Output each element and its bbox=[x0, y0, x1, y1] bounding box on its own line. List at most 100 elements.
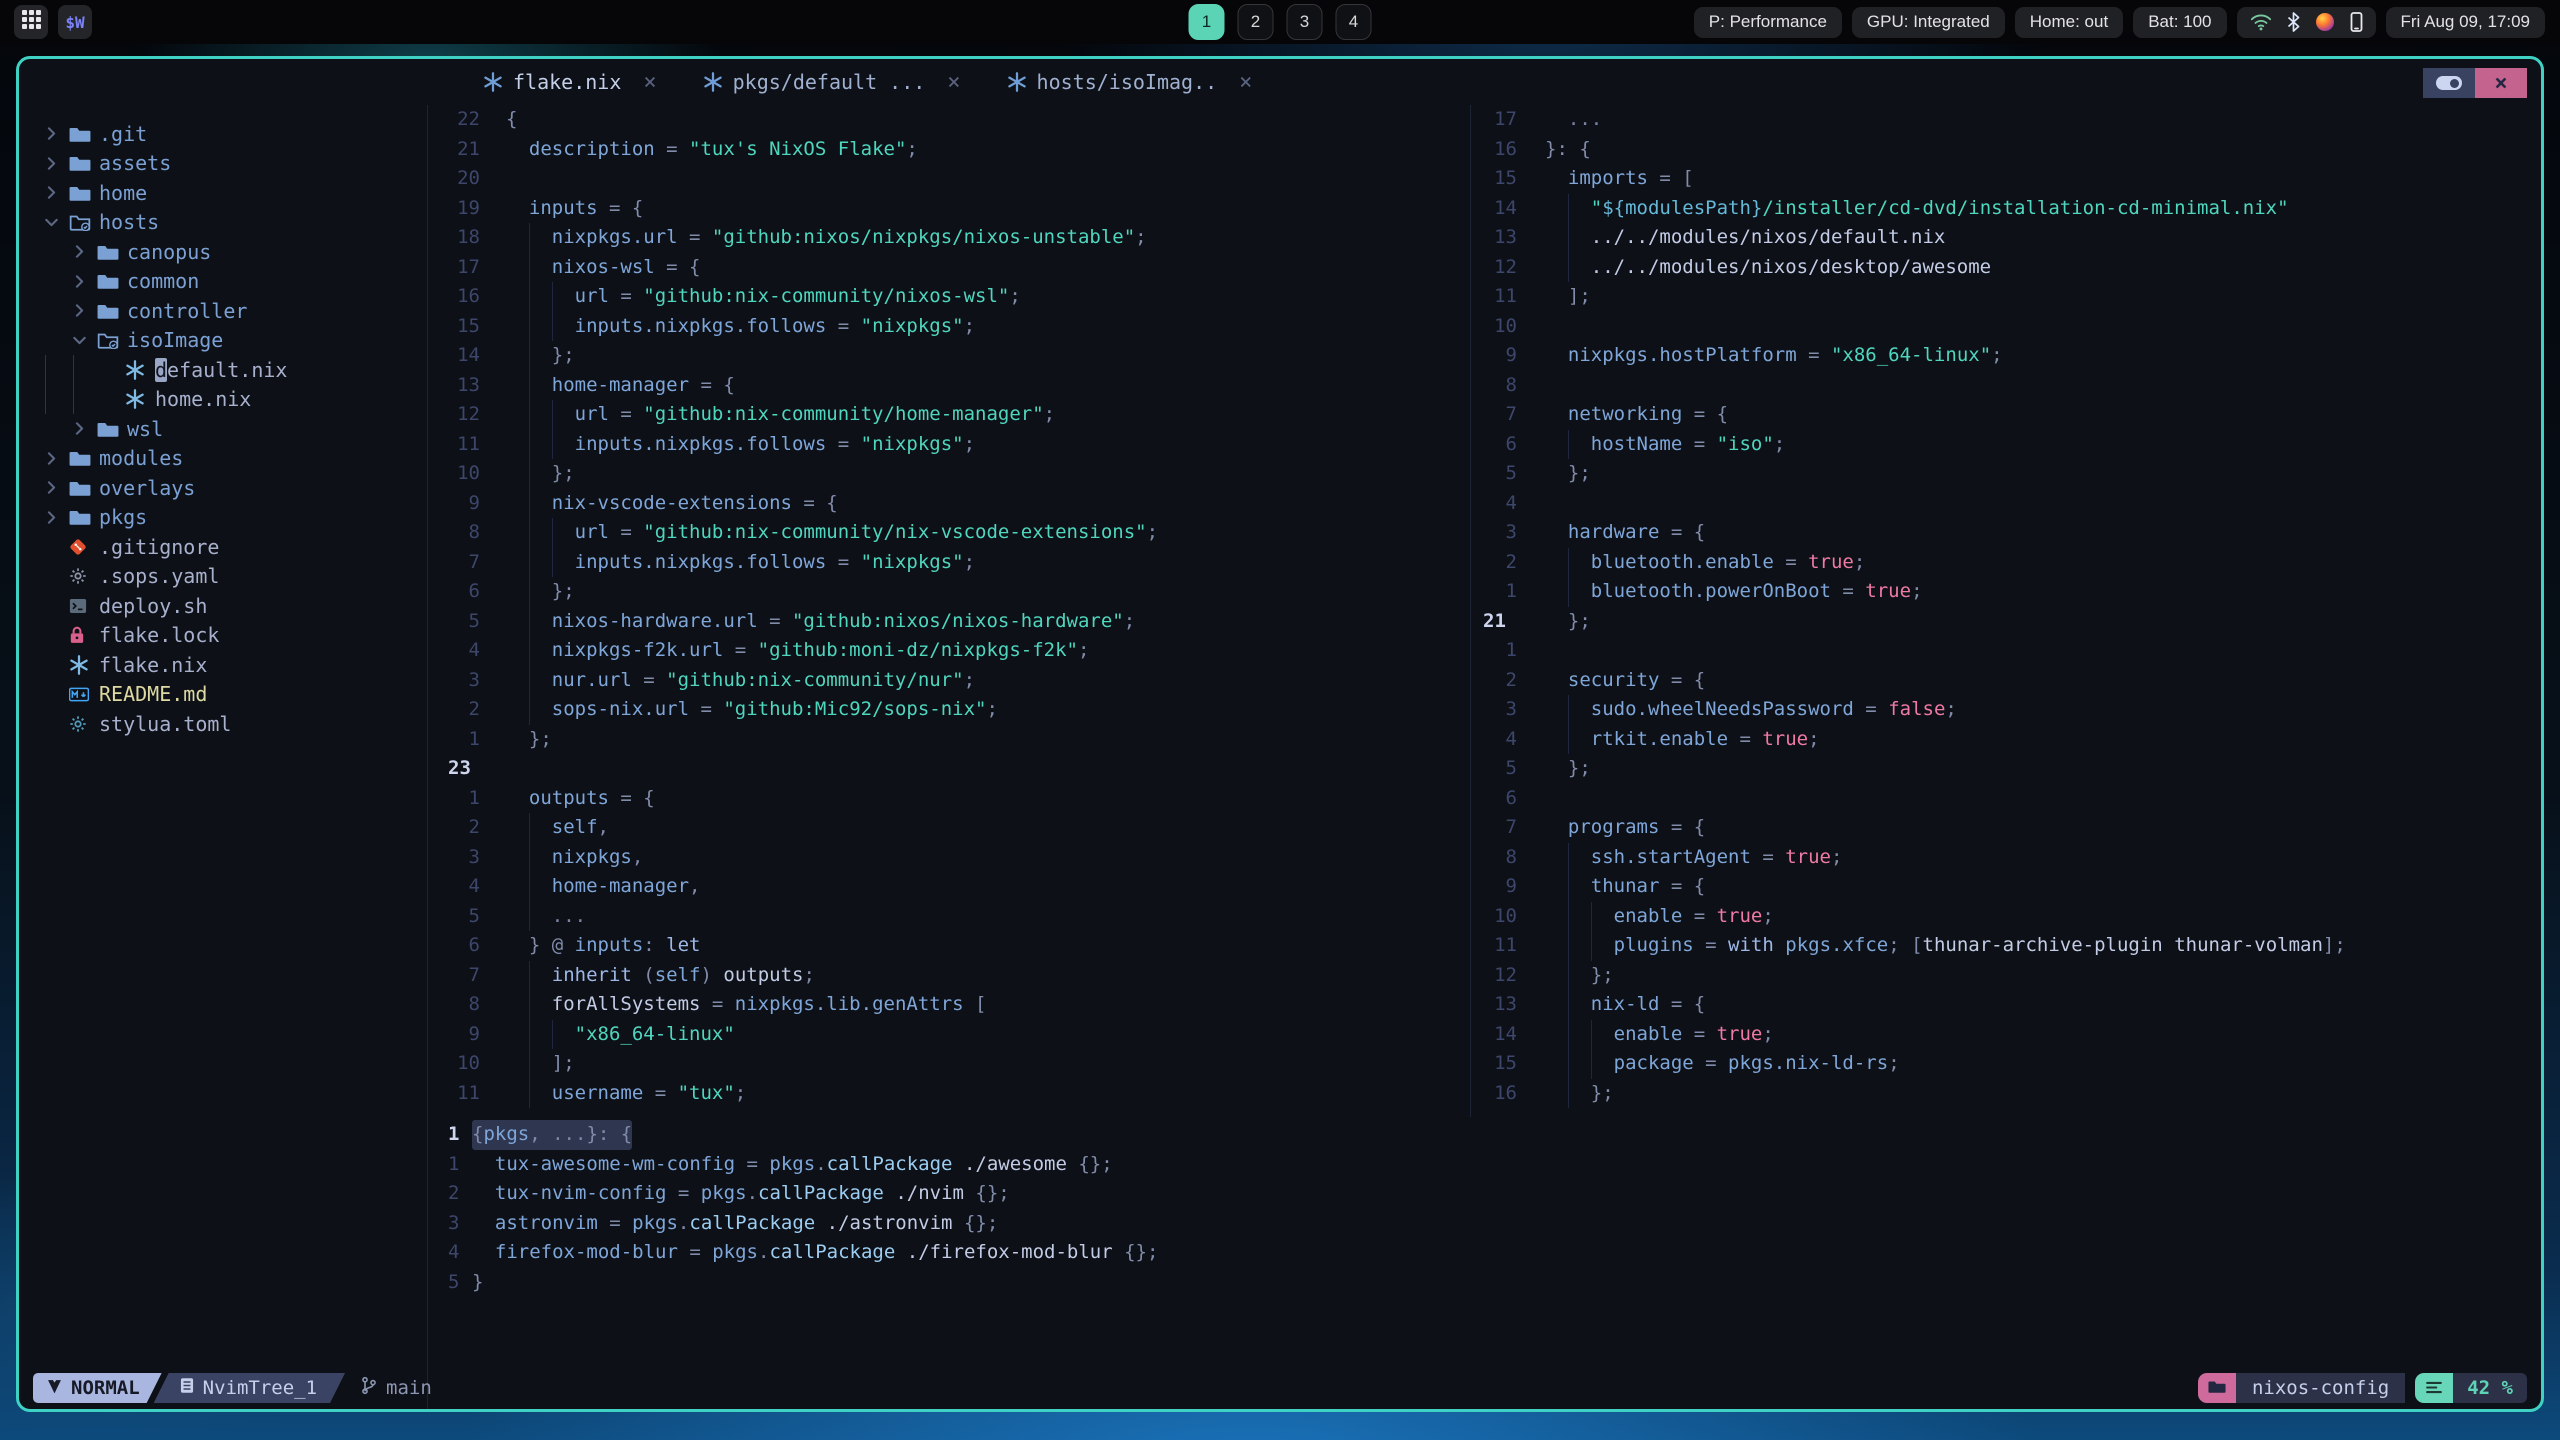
code-line: 1 tux-awesome-wm-config = pkgs. callPackag… bbox=[428, 1150, 2541, 1180]
tree-item-modules[interactable]: modules bbox=[19, 444, 427, 474]
code-text: security = { bbox=[1545, 666, 1705, 696]
code-line: 1 {pkgs, ...}: { bbox=[428, 1120, 2541, 1150]
tree-item-.gitignore[interactable]: .gitignore bbox=[19, 532, 427, 562]
code-line: 11 plugins = with pkgs.xfce; [thunar-arch… bbox=[1471, 931, 2541, 961]
tree-item-home.nix[interactable]: home.nix bbox=[19, 385, 427, 415]
editor-pane-flake-nix[interactable]: 22{21 description = "tux's NixOS Flake"; 2… bbox=[428, 105, 1470, 1108]
line-number: 4 bbox=[468, 875, 480, 897]
tree-item-controller[interactable]: controller bbox=[19, 296, 427, 326]
line-number: 1 bbox=[1505, 580, 1517, 602]
indent-guide bbox=[506, 931, 529, 961]
toggle-button[interactable] bbox=[2423, 68, 2475, 98]
workspace-tag-2[interactable]: 2 bbox=[1237, 4, 1274, 40]
code-text: bluetooth.enable = true; bbox=[1545, 548, 1866, 578]
indent-guide bbox=[1545, 1049, 1568, 1079]
workspace-tag-1[interactable]: 1 bbox=[1188, 4, 1225, 40]
code-text: {pkgs, ...}: { bbox=[472, 1120, 633, 1150]
indent-guide bbox=[1568, 902, 1591, 932]
workspace-tag-4[interactable]: 4 bbox=[1335, 4, 1372, 40]
editor-pane-pkgs-default-nix[interactable]: 1{pkgs, ...}: {1 tux-awesome-wm-config = … bbox=[428, 1120, 2541, 1297]
tree-item-label: .sops.yaml bbox=[99, 564, 220, 589]
code-token: true bbox=[1785, 845, 1831, 868]
code-token: ; bbox=[1991, 344, 2003, 366]
indent-guide bbox=[552, 1020, 575, 1050]
scroll-chip bbox=[2415, 1373, 2454, 1403]
tab-flake-nix[interactable]: flake.nix × bbox=[469, 59, 671, 105]
code-token: = bbox=[700, 993, 735, 1015]
indent-guide bbox=[1545, 1020, 1568, 1050]
code-token: . bbox=[677, 1211, 690, 1234]
tree-item-deploy.sh[interactable]: deploy.sh bbox=[19, 591, 427, 621]
tree-item-common[interactable]: common bbox=[19, 267, 427, 297]
code-token: }; bbox=[1567, 462, 1591, 484]
tree-item-isoImage[interactable]: isoImage bbox=[19, 326, 427, 356]
app-launcher-button[interactable] bbox=[14, 5, 48, 39]
line-number: 9 bbox=[468, 1022, 480, 1045]
close-tab-icon[interactable]: × bbox=[643, 70, 656, 95]
tree-item-assets[interactable]: assets bbox=[19, 149, 427, 179]
tree-item-README.md[interactable]: README.md bbox=[19, 680, 427, 710]
indent-guide bbox=[506, 518, 529, 548]
code-line: 3 sudo.wheelNeedsPassword = false; bbox=[1471, 695, 2541, 725]
indent-guide bbox=[1591, 931, 1614, 961]
editor-pane-iso-default-nix[interactable]: 17... 16}: {15 imports = [14 " ${modulesPath… bbox=[1471, 105, 2541, 1108]
folder-icon bbox=[97, 420, 127, 438]
tab-pkgs-default-[interactable]: pkgs/default ... × bbox=[689, 59, 975, 105]
code-line: 10}; bbox=[428, 459, 1470, 489]
nvim-tree-panel[interactable]: .git assets home hosts canopus common controll… bbox=[19, 105, 427, 1409]
indent-guide bbox=[529, 400, 552, 430]
code-token: bluetooth.enable bbox=[1590, 550, 1774, 573]
wm-logo-button[interactable]: $W bbox=[58, 5, 92, 39]
line-number: 6 bbox=[468, 934, 480, 956]
code-line: 9 "x86_64-linux" bbox=[428, 1020, 1470, 1050]
code-token: ; [ bbox=[1888, 934, 1923, 956]
code-token: . bbox=[758, 1241, 770, 1263]
tree-item-hosts[interactable]: hosts bbox=[19, 208, 427, 238]
line-number: 22 bbox=[457, 108, 480, 130]
workspace-tag-3[interactable]: 3 bbox=[1286, 4, 1323, 40]
code-token: self bbox=[551, 816, 598, 838]
close-window-button[interactable]: × bbox=[2475, 68, 2527, 98]
indent-guide bbox=[552, 312, 575, 342]
tree-item-.sops.yaml[interactable]: .sops.yaml bbox=[19, 562, 427, 592]
code-text: }; bbox=[1545, 754, 1591, 784]
code-token: = bbox=[1682, 1022, 1717, 1045]
tray-pill bbox=[2236, 6, 2376, 38]
code-token: = bbox=[1773, 550, 1809, 573]
indent-guide bbox=[506, 725, 529, 755]
code-token: = bbox=[631, 668, 667, 691]
gear-gray-icon bbox=[69, 567, 99, 585]
tab-hosts-isoImag-[interactable]: hosts/isoImag.. × bbox=[993, 59, 1267, 105]
list-icon bbox=[2426, 1377, 2443, 1399]
indent-guide bbox=[472, 1209, 495, 1239]
tree-item-canopus[interactable]: canopus bbox=[19, 237, 427, 267]
tree-item-wsl[interactable]: wsl bbox=[19, 414, 427, 444]
code-token: with bbox=[1728, 934, 1774, 956]
tree-item-stylua.toml[interactable]: stylua.toml bbox=[19, 709, 427, 739]
chevron-right-icon bbox=[45, 452, 69, 465]
close-tab-icon[interactable]: × bbox=[1239, 70, 1252, 95]
indent-guide bbox=[1568, 194, 1591, 224]
code-token: pkgs bbox=[483, 1123, 530, 1145]
tree-item-default.nix[interactable]: default.nix bbox=[19, 355, 427, 385]
editor-workspace: .git assets home hosts canopus common controll… bbox=[19, 105, 2541, 1409]
line-number: 21 bbox=[1483, 609, 1506, 632]
code-token: sops-nix.url bbox=[551, 698, 690, 720]
code-token: ; bbox=[963, 314, 976, 337]
code-token: "tux's NixOS Flake" bbox=[689, 137, 907, 160]
tree-item-flake.nix[interactable]: flake.nix bbox=[19, 650, 427, 680]
code-token: = [ bbox=[1647, 167, 1694, 189]
tree-item-flake.lock[interactable]: flake.lock bbox=[19, 621, 427, 651]
tree-item-pkgs[interactable]: pkgs bbox=[19, 503, 427, 533]
tree-item-home[interactable]: home bbox=[19, 178, 427, 208]
code-token: nixpkgs-f2k.url bbox=[551, 639, 724, 661]
code-token: "github:nix-community/nix-vscode-extensi… bbox=[643, 521, 1147, 543]
folder-open-check-icon bbox=[69, 213, 99, 232]
code-token: outputs bbox=[528, 786, 609, 809]
close-tab-icon[interactable]: × bbox=[947, 70, 960, 95]
chevron-down-icon bbox=[73, 334, 97, 347]
tree-item-overlays[interactable]: overlays bbox=[19, 473, 427, 503]
tree-item-.git[interactable]: .git bbox=[19, 119, 427, 149]
chevron-right-icon bbox=[45, 157, 69, 170]
